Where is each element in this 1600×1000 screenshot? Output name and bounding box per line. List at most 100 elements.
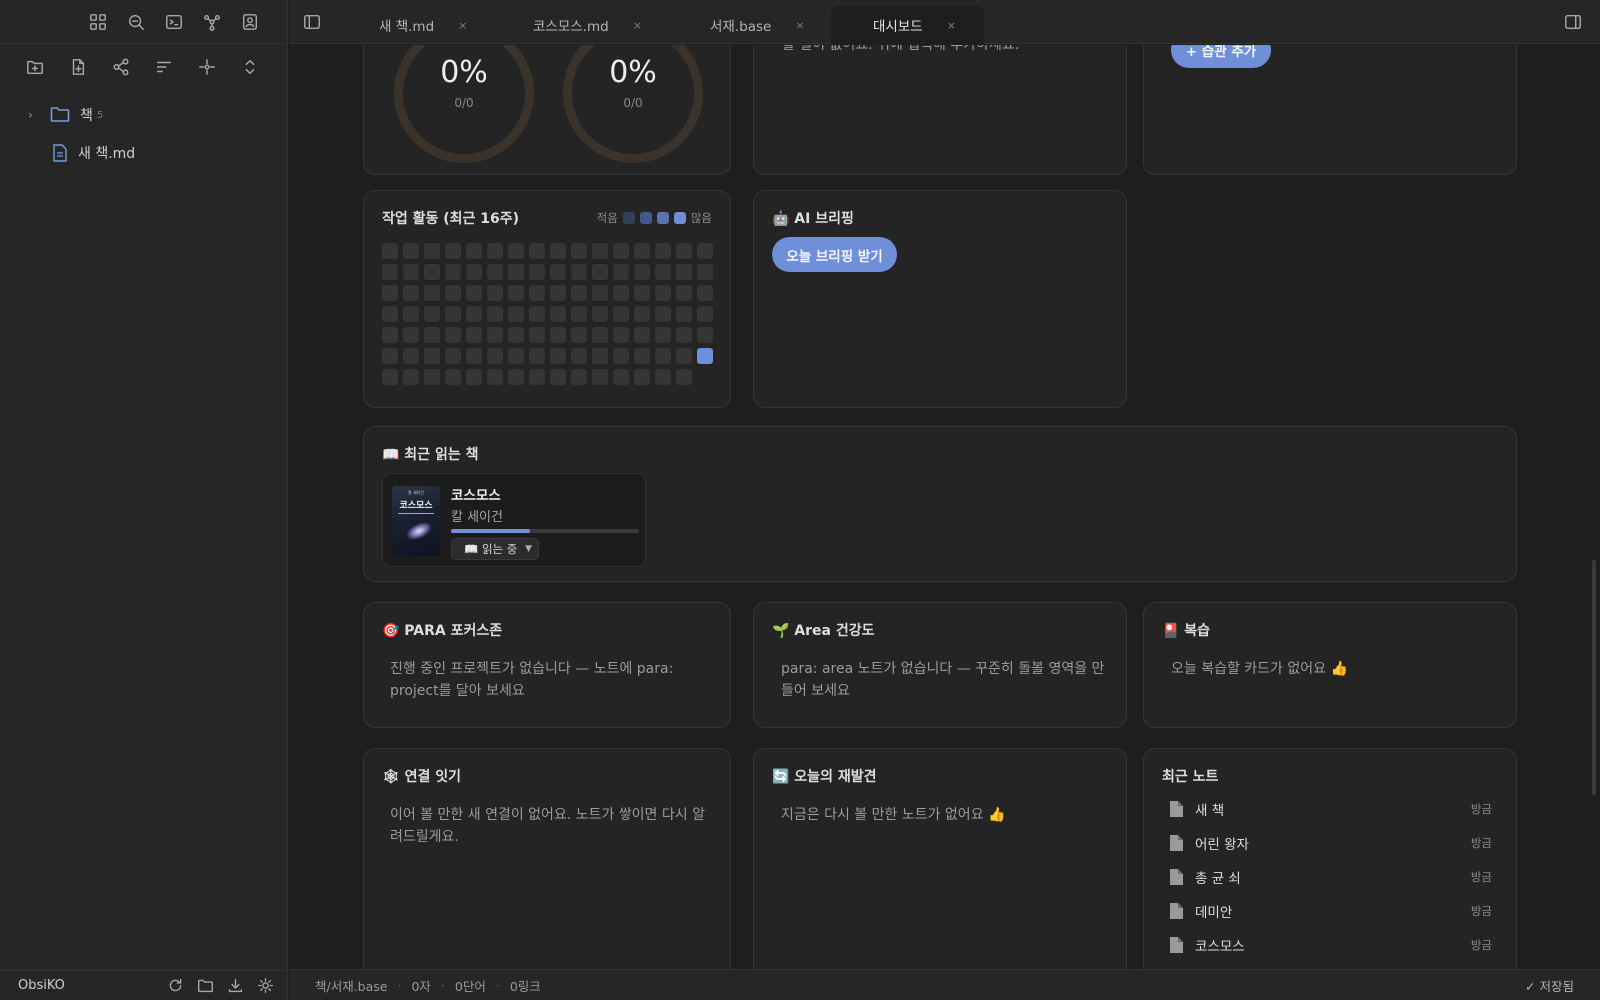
expand-icon[interactable] <box>237 54 263 80</box>
book-card[interactable]: 칼 세이건 코스모스 코스모스 칼 세이건 📖 읽는 중 ▼ <box>382 473 646 567</box>
status-char-count: 0자 <box>411 978 431 994</box>
document-icon <box>53 144 67 162</box>
heatmap-cell <box>697 306 713 322</box>
heatmap-cell <box>571 348 587 364</box>
heatmap-cell <box>382 306 398 322</box>
folder-open-icon[interactable] <box>194 975 216 997</box>
heatmap-cell <box>634 264 650 280</box>
tab-library-base[interactable]: 서재.base × <box>710 6 805 44</box>
heatmap-cell <box>676 264 692 280</box>
separator: · <box>397 977 402 993</box>
heatmap-cell <box>676 285 692 301</box>
heatmap-cell <box>697 285 713 301</box>
tree-file-new-book[interactable]: 새 책.md <box>0 134 287 172</box>
close-icon[interactable]: × <box>458 19 467 32</box>
heatmap-cell <box>424 285 440 301</box>
status-path[interactable]: 책/서재.base <box>315 976 387 995</box>
note-name: 데미안 <box>1195 905 1233 921</box>
heatmap-cell <box>571 264 587 280</box>
legend-swatch <box>622 212 635 224</box>
heatmap-cell <box>592 348 608 364</box>
close-icon[interactable]: × <box>795 19 804 32</box>
gear-icon[interactable] <box>254 975 276 997</box>
new-file-icon[interactable] <box>65 54 91 80</box>
right-sidebar-toggle-icon[interactable] <box>1560 9 1586 35</box>
review-card: 🎴 복습 오늘 복습할 카드가 없어요 👍 <box>1143 602 1517 728</box>
list-item[interactable]: 코스모스 방금 <box>1170 934 1492 956</box>
sidebar-ribbon <box>0 0 287 44</box>
heatmap-cell <box>529 327 545 343</box>
heatmap-cell <box>634 243 650 259</box>
graph-icon[interactable] <box>199 9 225 35</box>
heatmap-cell <box>487 327 503 343</box>
download-icon[interactable] <box>224 975 246 997</box>
contact-icon[interactable] <box>237 9 263 35</box>
note-name: 총 균 쇠 <box>1195 871 1241 887</box>
book-title[interactable]: 코스모스 <box>451 484 501 504</box>
chevron-right-icon[interactable]: › <box>28 108 42 122</box>
note-time: 방금 <box>1470 836 1492 850</box>
folder-name: 책 <box>80 108 93 124</box>
heatmap-cell <box>592 264 608 280</box>
heatmap-cell <box>424 306 440 322</box>
heatmap-cell <box>403 285 419 301</box>
terminal-icon[interactable] <box>161 9 187 35</box>
refresh-icon[interactable] <box>164 975 186 997</box>
heatmap-cell <box>445 369 461 385</box>
heatmap-cell <box>466 243 482 259</box>
activity-card: 작업 활동 (최근 16주) 적음 많음 <box>363 190 731 408</box>
reading-status-select[interactable]: 📖 읽는 중 ▼ <box>451 538 539 560</box>
tab-bar: 새 책.md × 코스모스.md × 서재.base × 대시보드 × <box>289 0 1600 44</box>
structure-icon[interactable] <box>108 54 134 80</box>
scrollbar[interactable] <box>1592 560 1596 795</box>
heatmap-cell <box>529 285 545 301</box>
tree-folder-book[interactable]: › 책 5 <box>0 96 287 134</box>
layout-grid-icon[interactable] <box>85 9 111 35</box>
focus-icon[interactable] <box>194 54 220 80</box>
heatmap-cell <box>403 306 419 322</box>
add-habit-button[interactable]: + 습관 추가 <box>1171 45 1271 68</box>
heatmap-cell <box>697 264 713 280</box>
list-item[interactable]: 총 균 쇠 방금 <box>1170 866 1492 888</box>
heatmap-cell <box>382 348 398 364</box>
ai-briefing-card: 🤖 AI 브리핑 오늘 브리핑 받기 <box>753 190 1127 408</box>
heatmap-cell <box>529 369 545 385</box>
review-empty-message: 오늘 복습할 카드가 없어요 👍 <box>1171 661 1348 677</box>
close-icon[interactable]: × <box>633 19 642 32</box>
heatmap-cell <box>445 243 461 259</box>
heatmap-cell <box>550 285 566 301</box>
document-icon <box>1170 801 1183 817</box>
todo-empty-message: 할 일이 없어요. 위에 입력해 추가하세요. <box>782 45 1020 53</box>
sort-icon[interactable] <box>151 54 177 80</box>
search-icon[interactable] <box>123 9 149 35</box>
new-folder-icon[interactable] <box>22 54 48 80</box>
area-empty-message: para: area 노트가 없습니다 — 꾸준히 돌볼 영역을 만들어 보세요 <box>781 661 1105 699</box>
legend-swatch <box>656 212 669 224</box>
status-saved: ✓ 저장됨 <box>1525 978 1574 994</box>
recent-notes-title: 최근 노트 <box>1162 769 1219 785</box>
list-item[interactable]: 어린 왕자 방금 <box>1170 832 1492 854</box>
heatmap-cell <box>466 348 482 364</box>
separator: · <box>495 977 500 993</box>
heatmap-cell <box>529 264 545 280</box>
list-item[interactable]: 새 책 방금 <box>1170 798 1492 820</box>
vault-name[interactable]: ObsiKO <box>18 978 164 993</box>
review-title: 🎴 복습 <box>1162 623 1211 639</box>
document-icon <box>1170 903 1183 919</box>
sidebar-toggle-icon[interactable] <box>299 9 325 35</box>
note-time: 방금 <box>1470 802 1492 816</box>
heatmap-cell <box>571 369 587 385</box>
tab-cosmos[interactable]: 코스모스.md × <box>533 6 642 44</box>
heatmap-cell <box>466 264 482 280</box>
tab-new-book[interactable]: 새 책.md × <box>379 6 467 44</box>
close-icon[interactable]: × <box>947 19 956 32</box>
get-briefing-button[interactable]: 오늘 브리핑 받기 <box>772 237 897 272</box>
heatmap-cell <box>529 306 545 322</box>
heatmap-cell <box>592 369 608 385</box>
list-item[interactable]: 데미안 방금 <box>1170 900 1492 922</box>
heatmap-cell <box>508 369 524 385</box>
tab-dashboard[interactable]: 대시보드 × <box>831 6 984 44</box>
heatmap-cell <box>424 264 440 280</box>
document-icon <box>1170 937 1183 953</box>
heatmap-cell <box>592 285 608 301</box>
